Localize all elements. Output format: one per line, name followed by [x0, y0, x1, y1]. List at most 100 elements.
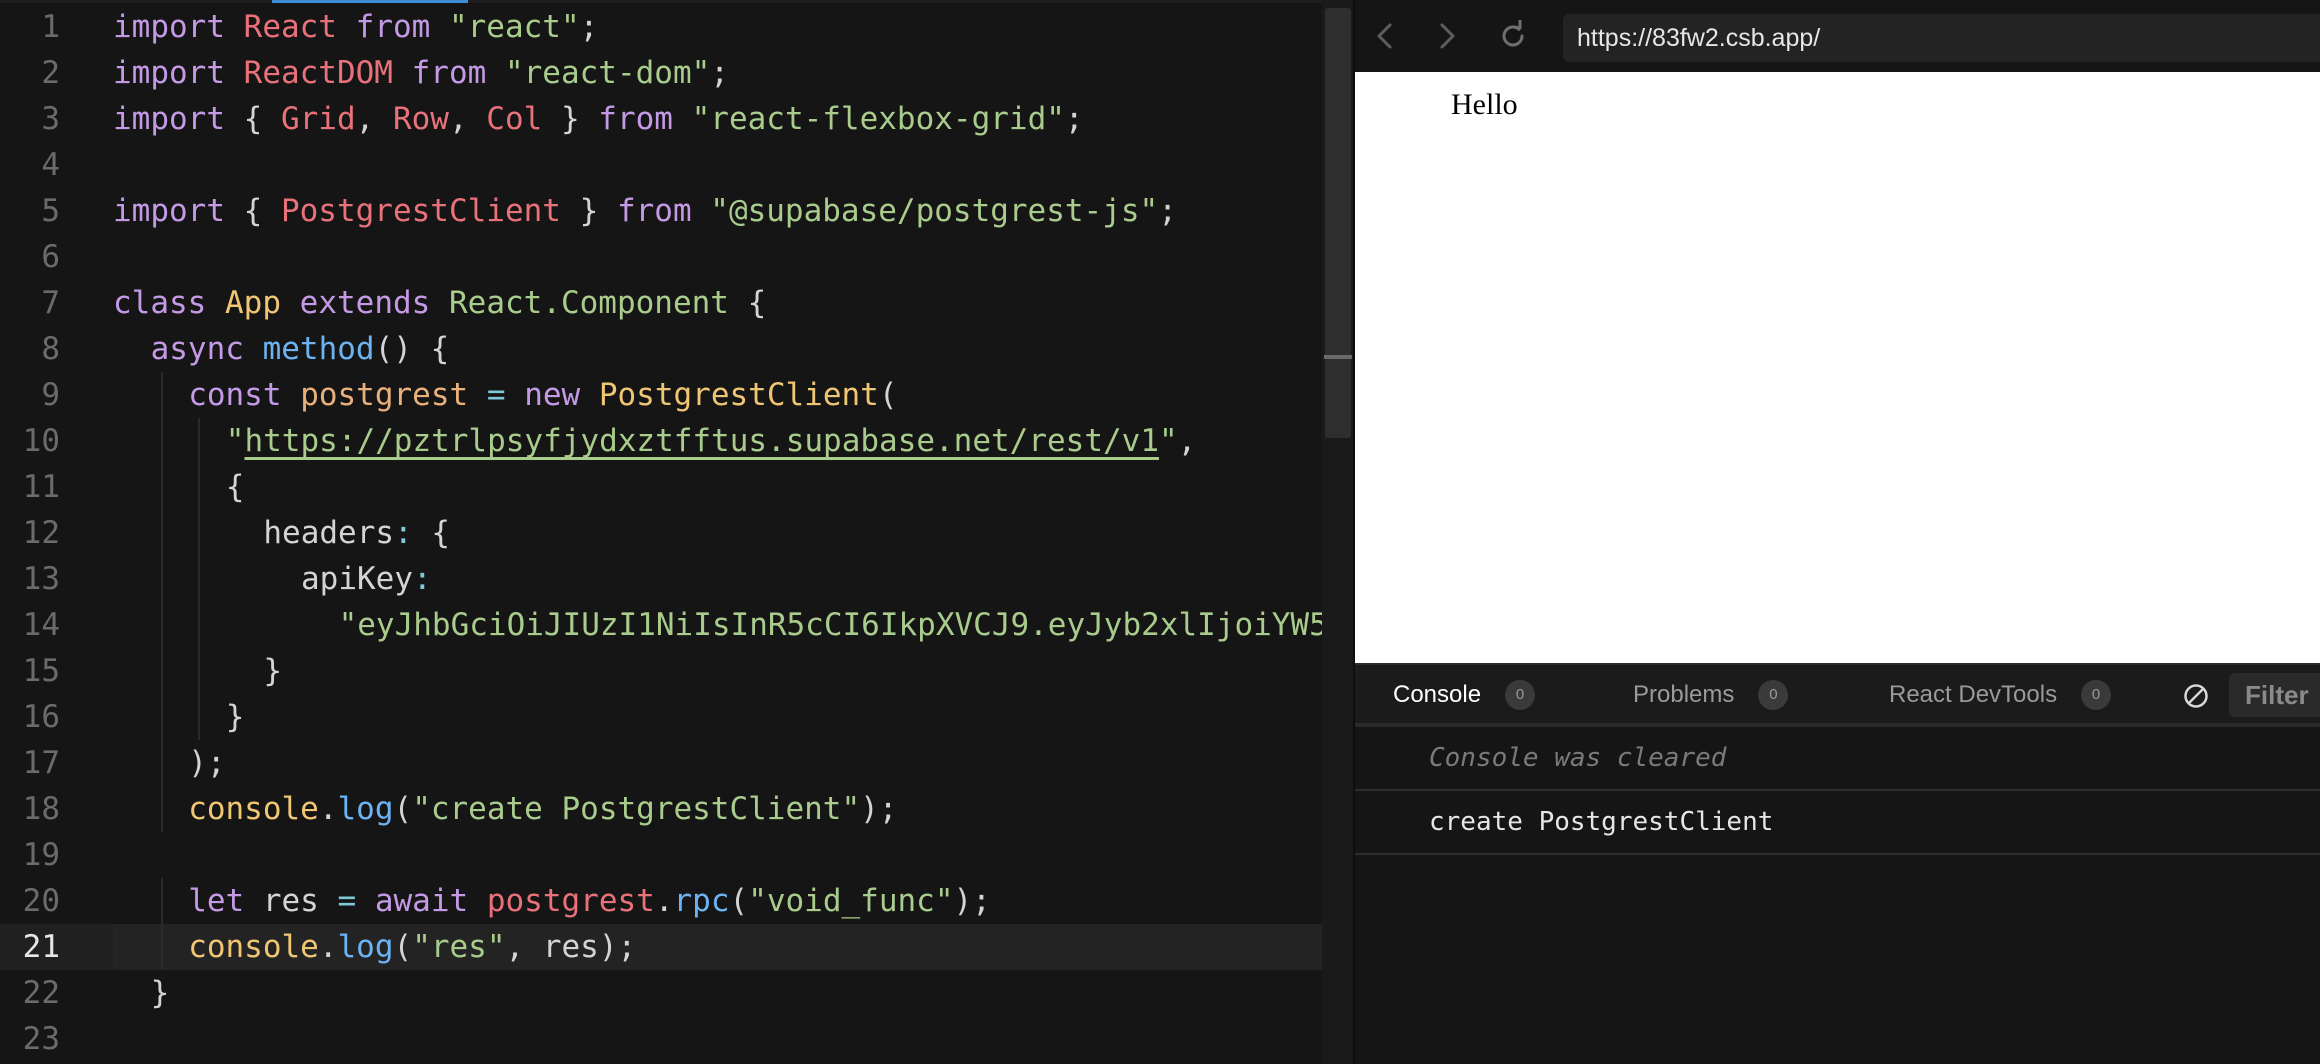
code-editor[interactable]: 1 import React from "react"; 2 import React…: [0, 0, 1353, 1064]
code-line[interactable]: 12 headers: {: [0, 510, 1353, 556]
line-number: 15: [22, 653, 60, 689]
console-filter-input[interactable]: Filter: [2229, 673, 2320, 717]
code-line[interactable]: 6: [0, 234, 1353, 280]
code-line[interactable]: 10 "https://pztrlpsyfjydxztfftus.supabase…: [0, 418, 1353, 464]
code-token: );: [860, 791, 898, 827]
tab-problems[interactable]: Problems 0: [1633, 665, 1789, 725]
clear-console-button[interactable]: [2181, 681, 2211, 711]
code-line[interactable]: 15}: [0, 648, 1353, 694]
code-token: ": [1158, 423, 1178, 459]
code-token: console: [188, 929, 319, 965]
code-token: ;: [1158, 193, 1177, 229]
clear-console-icon: [2184, 684, 2208, 708]
indent-guide: [160, 602, 163, 648]
indent-guide: [160, 694, 163, 740]
code-line[interactable]: 8 async method() {: [0, 326, 1353, 372]
code-token: =: [337, 883, 357, 919]
indent-guide: [160, 556, 163, 602]
code-token: "react": [448, 9, 580, 45]
code-token: console: [188, 791, 319, 827]
code-token: }: [560, 193, 617, 229]
code-line[interactable]: 20 let res = await postgrest.rpc("void_fu…: [0, 878, 1353, 924]
indent-guide: [160, 464, 163, 510]
forward-button[interactable]: [1427, 16, 1467, 56]
tab-console-label: Console: [1393, 681, 1482, 708]
reload-icon: [1502, 20, 1524, 47]
code-token: import: [113, 9, 225, 45]
code-token: const: [188, 377, 282, 413]
preview-hello-text: Hello: [1451, 88, 1518, 121]
console-log-message: create PostgrestClient: [1429, 807, 1774, 837]
line-number: 18: [22, 791, 60, 827]
code-token: import: [113, 101, 225, 137]
indent-guide: [160, 878, 163, 924]
code-line[interactable]: 19: [0, 832, 1353, 878]
code-token: "void_func": [748, 883, 954, 919]
code-text: async method() {: [151, 326, 450, 372]
code-line[interactable]: 16}: [0, 694, 1353, 740]
scrollbar-cursor-marker: [1324, 355, 1352, 359]
code-token: (: [393, 791, 413, 827]
indent-guide: [160, 648, 163, 694]
line-number: 13: [22, 561, 60, 597]
code-line[interactable]: 1 import React from "react";: [0, 4, 1353, 50]
console-output[interactable]: Console was cleared create PostgrestClie…: [1355, 727, 2320, 1064]
indent-guide: [160, 924, 163, 970]
code-token: "eyJhbGciOiJIUzI1NiIsInR5cCI6IkpXVCJ9.ey…: [338, 607, 1328, 643]
app-root: 1 import React from "react"; 2 import React…: [0, 0, 2320, 1064]
code-line[interactable]: 9 const postgrest = new PostgrestClient(: [0, 372, 1353, 418]
code-token: res: [244, 883, 338, 919]
preview-frame[interactable]: Hello: [1355, 72, 2320, 663]
code-text: }: [263, 648, 282, 694]
code-line[interactable]: 22}: [0, 970, 1353, 1016]
code-line[interactable]: 23: [0, 1016, 1353, 1062]
line-number: 19: [22, 837, 60, 873]
tab-react-devtools-count: 0: [2081, 680, 2112, 710]
code-text: class App extends React.Component {: [113, 280, 766, 326]
code-token: async: [150, 331, 244, 367]
line-number: 1: [41, 9, 60, 45]
code-line[interactable]: 18 console.log("create PostgrestClient");: [0, 786, 1353, 832]
code-line[interactable]: 7 class App extends React.Component {: [0, 280, 1353, 326]
code-text: "https://pztrlpsyfjydxztfftus.supabase.n…: [226, 418, 1197, 464]
code-token: ,: [355, 101, 393, 137]
code-token: postgrest: [486, 883, 655, 919]
code-line[interactable]: 17);: [0, 740, 1353, 786]
back-button[interactable]: [1365, 16, 1405, 56]
code-text: import { Grid, Row, Col } from "react-fl…: [113, 96, 1084, 142]
tab-console[interactable]: Console 0: [1393, 665, 1536, 725]
code-token: from: [616, 193, 692, 229]
code-text: }: [226, 694, 245, 740]
code-text: }: [151, 970, 170, 1016]
code-token: React: [243, 9, 337, 45]
code-line[interactable]: 13 apiKey:: [0, 556, 1353, 602]
url-input[interactable]: https://83fw2.csb.app/: [1563, 14, 2320, 62]
code-line[interactable]: 11 {: [0, 464, 1353, 510]
code-token: "react-dom": [504, 55, 711, 91]
code-token: from: [355, 9, 431, 45]
code-line[interactable]: 5 import { PostgrestClient } from "@supab…: [0, 188, 1353, 234]
line-number: 11: [22, 469, 60, 505]
tab-react-devtools[interactable]: React DevTools 0: [1889, 665, 2112, 725]
editor-scrollbar[interactable]: [1322, 0, 1353, 1064]
code-token: method: [262, 331, 375, 367]
line-number: 23: [22, 1021, 60, 1057]
editor-scrollbar-thumb[interactable]: [1325, 8, 1351, 438]
code-line[interactable]: 4: [0, 142, 1353, 188]
code-token: .: [318, 791, 338, 827]
code-line[interactable]: 21 console.log("res", res);: [0, 924, 1353, 970]
reload-button[interactable]: [1493, 16, 1533, 56]
code-token: =: [486, 377, 506, 413]
code-line[interactable]: 14 "eyJhbGciOiJIUzI1NiIsInR5cCI6IkpXVCJ9.…: [0, 602, 1353, 648]
code-token: }: [225, 699, 245, 735]
code-token: extends: [299, 285, 431, 321]
code-line[interactable]: 3 import { Grid, Row, Col } from "react-f…: [0, 96, 1353, 142]
code-line[interactable]: 2 import ReactDOM from "react-dom";: [0, 50, 1353, 96]
code-token: "res": [412, 929, 506, 965]
